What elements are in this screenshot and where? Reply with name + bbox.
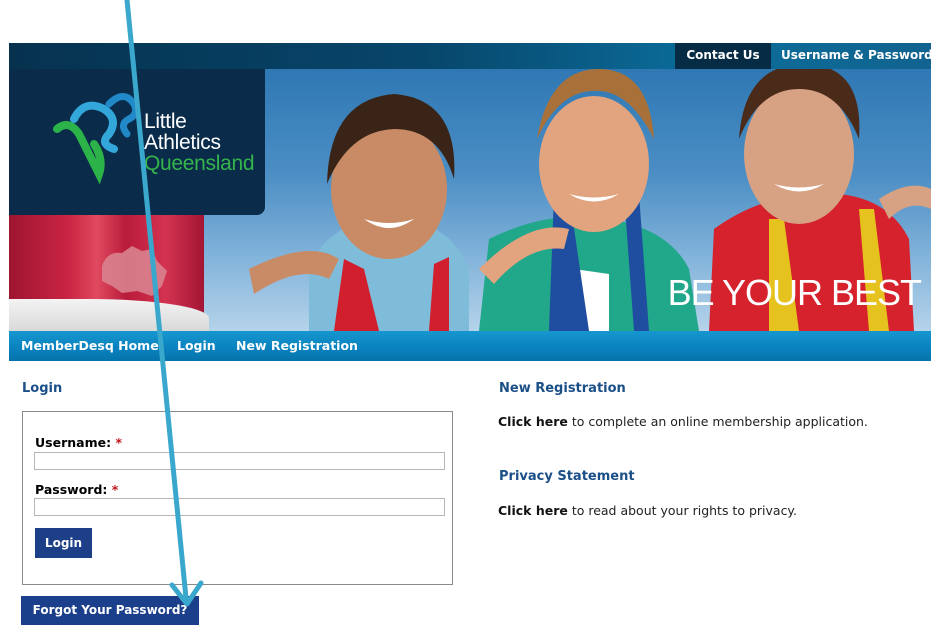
username-label-text: Username: — [35, 435, 112, 450]
login-button[interactable]: Login — [35, 528, 92, 558]
required-asterisk: * — [111, 482, 119, 497]
nav-item-memberdesq-home[interactable]: MemberDesq Home — [21, 331, 159, 361]
logo[interactable]: Little Athletics Queensland — [9, 69, 265, 215]
username-password-link[interactable]: Username & Password — [781, 43, 931, 69]
privacy-description: to read about your rights to privacy. — [567, 503, 798, 518]
contact-us-link[interactable]: Contact Us — [675, 43, 771, 69]
password-label: Password: * — [35, 482, 118, 497]
top-utility-bar: Contact Us Username & Password — [9, 43, 931, 69]
be-your-best-tagline: BE YOUR BEST — [667, 272, 922, 313]
new-registration-heading: New Registration — [499, 381, 626, 396]
privacy-click-here-link[interactable]: Click here — [498, 503, 568, 518]
logo-text-little: Little — [144, 110, 187, 133]
login-form: Username: * Password: * Login — [22, 411, 453, 585]
privacy-text: Click here to read about your rights to … — [498, 503, 797, 518]
registration-description: to complete an online membership applica… — [567, 414, 868, 429]
main-nav: MemberDesq Home Login New Registration — [9, 331, 931, 361]
forgot-password-button[interactable]: Forgot Your Password? — [21, 596, 199, 625]
header-banner: Little Athletics Queensland BE YOUR BEST — [9, 69, 931, 331]
registration-click-here-link[interactable]: Click here — [498, 414, 568, 429]
password-input[interactable] — [34, 498, 445, 516]
nav-item-login[interactable]: Login — [177, 331, 216, 361]
australia-map-icon — [102, 246, 167, 296]
registration-text: Click here to complete an online members… — [498, 414, 868, 429]
logo-text-queensland: Queensland — [144, 152, 255, 175]
required-asterisk: * — [115, 435, 122, 450]
login-heading: Login — [22, 381, 63, 396]
privacy-statement-heading: Privacy Statement — [499, 469, 635, 484]
username-input[interactable] — [34, 452, 445, 470]
nav-item-new-registration[interactable]: New Registration — [236, 331, 358, 361]
logo-text-athletics: Athletics — [144, 131, 221, 154]
logo-wordmark: Little Athletics Queensland — [144, 110, 255, 175]
ribbon-logo-icon — [53, 93, 140, 185]
username-label: Username: * — [35, 435, 122, 450]
password-label-text: Password: — [35, 482, 108, 497]
page: Contact Us Username & Password Little At… — [0, 0, 931, 625]
